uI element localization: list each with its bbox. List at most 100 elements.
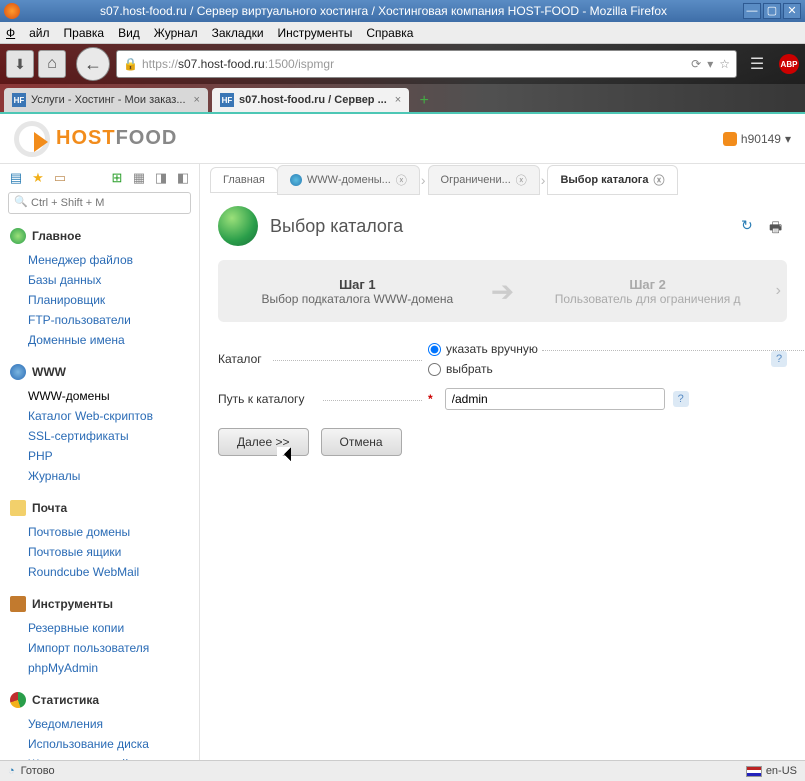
- sidebar-item[interactable]: phpMyAdmin: [28, 658, 199, 678]
- sb-expand-icon[interactable]: ◨: [153, 170, 169, 186]
- help-icon[interactable]: ?: [673, 391, 689, 407]
- url-scheme: https://: [142, 57, 178, 71]
- reload-button[interactable]: ⟳: [691, 57, 701, 71]
- menu-view[interactable]: Вид: [118, 26, 140, 40]
- radio-manual-input[interactable]: [428, 343, 441, 356]
- back-button[interactable]: ←: [76, 47, 110, 81]
- url-host: s07.host-food.ru: [178, 57, 265, 71]
- wizard-next-arrow[interactable]: ›: [776, 282, 781, 300]
- sb-star-icon[interactable]: ★: [30, 170, 46, 186]
- menu-help[interactable]: Справка: [366, 26, 413, 40]
- sidebar-item[interactable]: FTP-пользователи: [28, 310, 199, 330]
- group-mail-header[interactable]: Почта: [0, 496, 199, 520]
- group-main-header[interactable]: Главное: [0, 224, 199, 248]
- crumb-home[interactable]: Главная: [210, 167, 278, 193]
- www-icon: [10, 364, 26, 380]
- menu-tools[interactable]: Инструменты: [278, 26, 353, 40]
- stat-icon: [10, 692, 26, 708]
- sidebar-item[interactable]: SSL-сертификаты: [28, 426, 199, 446]
- url-bar[interactable]: 🔒 https:// s07.host-food.ru :1500 /ispmg…: [116, 50, 737, 78]
- help-icon[interactable]: ?: [771, 351, 787, 367]
- downloads-button[interactable]: ⬇: [6, 50, 34, 78]
- sidebar-item[interactable]: PHP: [28, 446, 199, 466]
- url-dropdown[interactable]: ▾: [707, 57, 713, 71]
- sb-list-icon[interactable]: ▤: [8, 170, 24, 186]
- window-title: s07.host-food.ru / Сервер виртуального х…: [26, 4, 741, 18]
- group-tools-header[interactable]: Инструменты: [0, 592, 199, 616]
- menu-journal[interactable]: Журнал: [154, 26, 198, 40]
- arrow-right-icon: ➔: [491, 275, 514, 308]
- tools-icon: [10, 596, 26, 612]
- radio-manual[interactable]: указать вручную: [428, 342, 538, 356]
- sidebar-item[interactable]: Журнал операций: [28, 754, 199, 760]
- sidebar-item[interactable]: Планировщик: [28, 290, 199, 310]
- content: Выбор каталога ↻ 🖶 Шаг 1 Выбор подкатало…: [200, 196, 805, 466]
- main-area: Главная WWW-домены...ⓧ › Ограничени...ⓧ …: [200, 164, 805, 760]
- logo-text-a: HOST: [56, 127, 116, 149]
- bookmark-star[interactable]: ☆: [719, 57, 730, 71]
- next-button[interactable]: Далее >>: [218, 428, 309, 456]
- sb-tabs-icon[interactable]: ▭: [52, 170, 68, 186]
- tab-1[interactable]: HF Услуги - Хостинг - Мои заказ... ×: [4, 88, 208, 112]
- chevron-down-icon: ▾: [785, 132, 791, 146]
- menu-file[interactable]: Файл: [6, 26, 50, 40]
- tab-2-close[interactable]: ×: [395, 94, 401, 106]
- page-title: Выбор каталога: [270, 216, 403, 237]
- sb-collapse-icon[interactable]: ◧: [175, 170, 191, 186]
- sidebar-item[interactable]: Каталог Web-скриптов: [28, 406, 199, 426]
- user-icon: [723, 132, 737, 146]
- status-lang[interactable]: en-US: [766, 765, 797, 777]
- sidebar-item[interactable]: Импорт пользователя: [28, 638, 199, 658]
- group-www: WWW WWW-домены Каталог Web-скриптов SSL-…: [0, 360, 199, 488]
- url-input[interactable]: [334, 57, 685, 71]
- maximize-button[interactable]: ▢: [763, 3, 781, 19]
- sidebar-item[interactable]: Roundcube WebMail: [28, 562, 199, 582]
- sidebar-item[interactable]: Журналы: [28, 466, 199, 486]
- crumb-current[interactable]: Выбор каталогаⓧ: [547, 165, 677, 195]
- adblock-icon[interactable]: ABP: [779, 54, 799, 74]
- group-www-header[interactable]: WWW: [0, 360, 199, 384]
- sidebar-item[interactable]: Доменные имена: [28, 330, 199, 350]
- sidebar-item[interactable]: Менеджер файлов: [28, 250, 199, 270]
- radio-select[interactable]: выбрать: [428, 362, 538, 376]
- refresh-button[interactable]: ↻: [741, 217, 759, 235]
- print-button[interactable]: 🖶: [769, 217, 787, 235]
- menu-bookmarks[interactable]: Закладки: [212, 26, 264, 40]
- crumb-2[interactable]: Ограничени...ⓧ: [428, 165, 540, 195]
- user-menu[interactable]: h90149 ▾: [723, 132, 791, 146]
- sidebar-toolbar: ▤ ★ ▭ ⊞ ▦ ◨ ◧: [0, 168, 199, 192]
- minimize-button[interactable]: —: [743, 3, 761, 19]
- tab-2[interactable]: HF s07.host-food.ru / Сервер ... ×: [212, 88, 409, 112]
- radio-select-input[interactable]: [428, 363, 441, 376]
- menu-edit[interactable]: Правка: [64, 26, 105, 40]
- sidebar-item[interactable]: Почтовые домены: [28, 522, 199, 542]
- sidebar-item[interactable]: Использование диска: [28, 734, 199, 754]
- wizard-steps: Шаг 1 Выбор подкаталога WWW-домена ➔ Шаг…: [218, 260, 787, 322]
- path-input[interactable]: [445, 388, 665, 410]
- cancel-button[interactable]: Отмена: [321, 428, 402, 456]
- sidebar-search[interactable]: [8, 192, 191, 214]
- form: Каталог указать вручную выбрать: [218, 342, 787, 456]
- group-stat-header[interactable]: Статистика: [0, 688, 199, 712]
- sidebar-item-active[interactable]: WWW-домены: [28, 386, 199, 406]
- new-tab-button[interactable]: +: [413, 90, 435, 112]
- tab-1-close[interactable]: ×: [194, 94, 200, 106]
- sidebar-item[interactable]: Базы данных: [28, 270, 199, 290]
- wizard-step-1: Шаг 1 Выбор подкаталога WWW-домена: [234, 277, 481, 306]
- hamburger-menu[interactable]: ☰: [743, 50, 771, 78]
- sidebar-item[interactable]: Уведомления: [28, 714, 199, 734]
- crumb-close[interactable]: ⓧ: [654, 172, 665, 188]
- sidebar-item[interactable]: Почтовые ящики: [28, 542, 199, 562]
- sidebar-search-input[interactable]: [8, 192, 191, 214]
- sb-add-icon[interactable]: ⊞: [109, 170, 125, 186]
- home-button[interactable]: ⌂: [38, 50, 66, 78]
- url-port: :1500: [265, 57, 295, 71]
- crumb-close[interactable]: ⓧ: [396, 172, 407, 188]
- navigation-toolbar: ⬇ ⌂ ← 🔒 https:// s07.host-food.ru :1500 …: [0, 44, 805, 84]
- globe-icon: [10, 228, 26, 244]
- sb-grid-icon[interactable]: ▦: [131, 170, 147, 186]
- close-button[interactable]: ✕: [783, 3, 801, 19]
- sidebar-item[interactable]: Резервные копии: [28, 618, 199, 638]
- crumb-1[interactable]: WWW-домены...ⓧ: [277, 165, 420, 195]
- crumb-close[interactable]: ⓧ: [516, 172, 527, 188]
